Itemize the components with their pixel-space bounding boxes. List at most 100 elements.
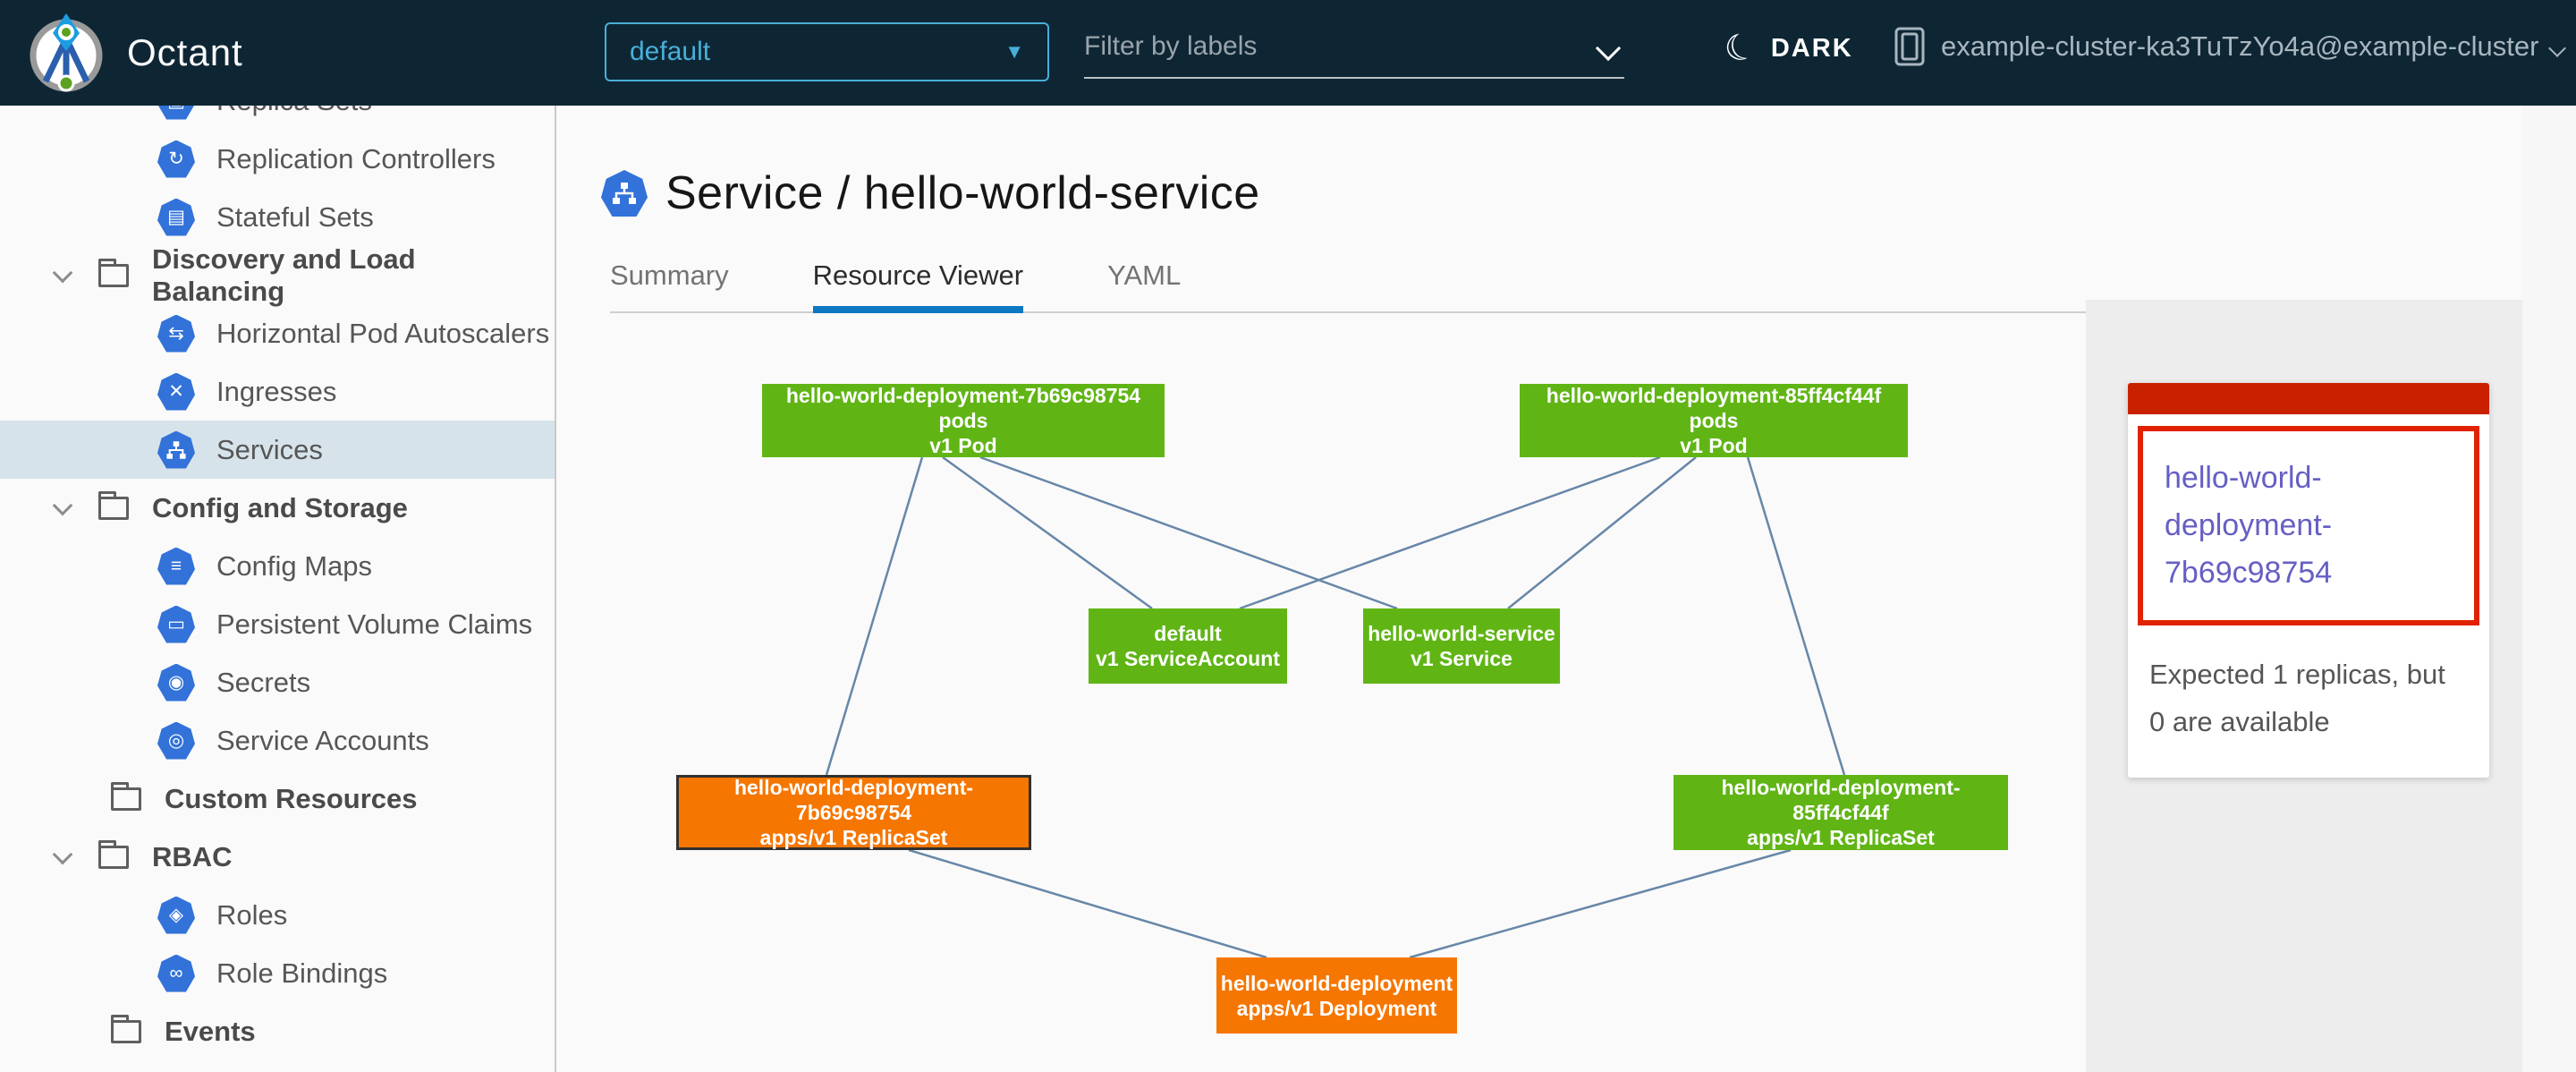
secrets-icon: ◉ xyxy=(157,664,195,702)
sidebar-section-label: Config and Storage xyxy=(152,492,408,524)
sidebar-section-discovery-and-load-balancing[interactable]: Discovery and Load Balancing xyxy=(0,246,555,304)
label-filter-input[interactable] xyxy=(1084,27,1624,66)
folder-icon xyxy=(98,846,129,869)
app-title: Octant xyxy=(127,31,243,74)
sidebar-section-label: Custom Resources xyxy=(165,783,418,815)
sidebar-item-replication-controllers[interactable]: ↻ Replication Controllers xyxy=(0,130,555,188)
namespace-dropdown-value: default xyxy=(630,37,710,67)
folder-icon xyxy=(98,497,129,520)
sidebar-nav-list: ▣ Replica Sets ↻ Replication Controllers… xyxy=(0,106,555,1060)
replication-controllers-icon: ↻ xyxy=(157,140,195,178)
node-sublabel: apps/v1 Deployment xyxy=(1237,996,1437,1021)
graph-node-serviceaccount-default[interactable]: default v1 ServiceAccount xyxy=(1089,608,1287,684)
stateful-sets-icon: ▤ xyxy=(157,199,195,236)
sidebar-section-rbac[interactable]: RBAC xyxy=(0,828,555,886)
node-sublabel: v1 Pod xyxy=(1680,433,1747,458)
config-maps-icon: ≡ xyxy=(157,548,195,585)
app-header: Octant default ▼ ☾ DARK example-cluster-… xyxy=(0,0,2576,106)
sidebar-item-replica-sets[interactable]: ▣ Replica Sets xyxy=(0,106,555,130)
replica-warning-message: Expected 1 replicas, but 0 are available xyxy=(2149,651,2468,745)
selected-resource-box: hello-world-deployment-7b69c98754 xyxy=(2138,426,2479,625)
cluster-icon xyxy=(1894,27,1925,66)
sidebar-item-label: Stateful Sets xyxy=(216,201,374,234)
moon-icon: ☾ xyxy=(1720,26,1761,70)
folder-icon xyxy=(98,264,129,287)
sidebar-item-services[interactable]: Services xyxy=(0,421,555,479)
sidebar-item-stateful-sets[interactable]: ▤ Stateful Sets xyxy=(0,188,555,246)
node-sublabel: apps/v1 ReplicaSet xyxy=(1747,825,1935,850)
node-sublabel: v1 Service xyxy=(1411,646,1513,671)
sidebar-item-label: Horizontal Pod Autoscalers xyxy=(216,318,549,350)
sidebar-item-horizontal-pod-autoscalers[interactable]: ⇆ Horizontal Pod Autoscalers xyxy=(0,304,555,362)
sidebar-item-role-bindings[interactable]: ∞ Role Bindings xyxy=(0,944,555,1002)
hpa-icon: ⇆ xyxy=(157,315,195,353)
folder-icon xyxy=(111,1020,141,1043)
label-filter xyxy=(1084,27,1624,79)
node-sublabel: v1 Pod xyxy=(929,433,996,458)
service-icon xyxy=(601,170,648,217)
page-title: Service / hello-world-service xyxy=(665,166,1260,220)
graph-node-pods-7b69c98754[interactable]: hello-world-deployment-7b69c98754 pods v… xyxy=(762,384,1165,457)
dark-theme-toggle[interactable]: ☾ DARK xyxy=(1724,30,1853,66)
chevron-down-icon[interactable] xyxy=(53,844,73,864)
sidebar-section-config-and-storage[interactable]: Config and Storage xyxy=(0,479,555,537)
resource-link[interactable]: hello-world-deployment-7b69c98754 xyxy=(2165,461,2332,590)
sidebar-item-label: Secrets xyxy=(216,667,310,699)
sidebar-item-ingresses[interactable]: ✕ Ingresses xyxy=(0,362,555,421)
role-bindings-icon: ∞ xyxy=(157,955,195,992)
brand[interactable]: Octant xyxy=(25,12,490,94)
sidebar-section-label: Events xyxy=(165,1016,256,1048)
folder-icon xyxy=(111,787,141,811)
sidebar-item-label: Config Maps xyxy=(216,550,372,583)
selected-resource-card: hello-world-deployment-7b69c98754 Expect… xyxy=(2128,383,2489,778)
sidebar-section-label: Discovery and Load Balancing xyxy=(152,243,555,308)
cluster-name: example-cluster-ka3TuTzYo4a@example-clus… xyxy=(1941,30,2538,63)
sidebar-section-events[interactable]: Events xyxy=(0,1002,555,1060)
sidebar-item-persistent-volume-claims[interactable]: ▭ Persistent Volume Claims xyxy=(0,595,555,653)
sidebar-item-service-accounts[interactable]: ◎ Service Accounts xyxy=(0,711,555,770)
node-label: hello-world-deployment-7b69c98754 xyxy=(679,775,1029,825)
cluster-selector[interactable]: example-cluster-ka3TuTzYo4a@example-clus… xyxy=(1894,27,2563,66)
sidebar-item-label: Services xyxy=(216,434,323,466)
services-icon xyxy=(157,431,195,469)
graph-node-deployment-hello-world[interactable]: hello-world-deployment apps/v1 Deploymen… xyxy=(1216,957,1457,1034)
sidebar-item-label: Roles xyxy=(216,899,287,932)
chevron-down-icon[interactable] xyxy=(53,495,73,515)
namespace-dropdown[interactable]: default ▼ xyxy=(605,22,1049,81)
node-label: hello-world-deployment-85ff4cf44f pods xyxy=(1520,383,1908,433)
chevron-down-icon[interactable] xyxy=(53,262,73,283)
octant-logo-icon xyxy=(25,12,107,94)
dropdown-arrow-icon: ▼ xyxy=(1004,40,1024,64)
graph-node-pods-85ff4cf44f[interactable]: hello-world-deployment-85ff4cf44f pods v… xyxy=(1520,384,1908,457)
graph-node-replicaset-85ff4cf44f[interactable]: hello-world-deployment-85ff4cf44f apps/v… xyxy=(1674,775,2008,850)
detail-panel: hello-world-deployment-7b69c98754 Expect… xyxy=(2086,300,2522,1072)
sidebar-item-label: Persistent Volume Claims xyxy=(216,608,532,641)
alert-status-bar xyxy=(2128,383,2489,414)
node-sublabel: apps/v1 ReplicaSet xyxy=(760,825,948,850)
titlebar: Service / hello-world-service xyxy=(558,106,2522,220)
replica-sets-icon: ▣ xyxy=(157,106,195,120)
filter-underline xyxy=(1084,77,1624,79)
node-label: hello-world-deployment xyxy=(1221,971,1453,996)
pvc-icon: ▭ xyxy=(157,606,195,643)
service-accounts-icon: ◎ xyxy=(157,722,195,760)
sidebar-item-label: Replica Sets xyxy=(216,106,372,117)
ingresses-icon: ✕ xyxy=(157,373,195,411)
sidebar-nav: ▣ Replica Sets ↻ Replication Controllers… xyxy=(0,106,556,1072)
graph-node-service-hello-world[interactable]: hello-world-service v1 Service xyxy=(1363,608,1560,684)
sidebar-section-custom-resources[interactable]: Custom Resources xyxy=(0,770,555,828)
node-label: hello-world-deployment-85ff4cf44f xyxy=(1674,775,2008,825)
sidebar-item-secrets[interactable]: ◉ Secrets xyxy=(0,653,555,711)
node-sublabel: v1 ServiceAccount xyxy=(1096,646,1280,671)
sidebar-item-label: Replication Controllers xyxy=(216,143,496,175)
sidebar-item-config-maps[interactable]: ≡ Config Maps xyxy=(0,537,555,595)
node-label: hello-world-service xyxy=(1368,621,1555,646)
sidebar-section-label: RBAC xyxy=(152,841,233,873)
node-label: default xyxy=(1154,621,1221,646)
main-content: Service / hello-world-service Summary Re… xyxy=(558,106,2522,1072)
graph-node-replicaset-7b69c98754[interactable]: hello-world-deployment-7b69c98754 apps/v… xyxy=(676,775,1031,850)
page-scroll-gutter[interactable] xyxy=(2522,106,2576,1072)
sidebar-item-label: Service Accounts xyxy=(216,725,429,757)
cluster-chevron-down-icon xyxy=(2549,39,2567,57)
sidebar-item-roles[interactable]: ◈ Roles xyxy=(0,886,555,944)
